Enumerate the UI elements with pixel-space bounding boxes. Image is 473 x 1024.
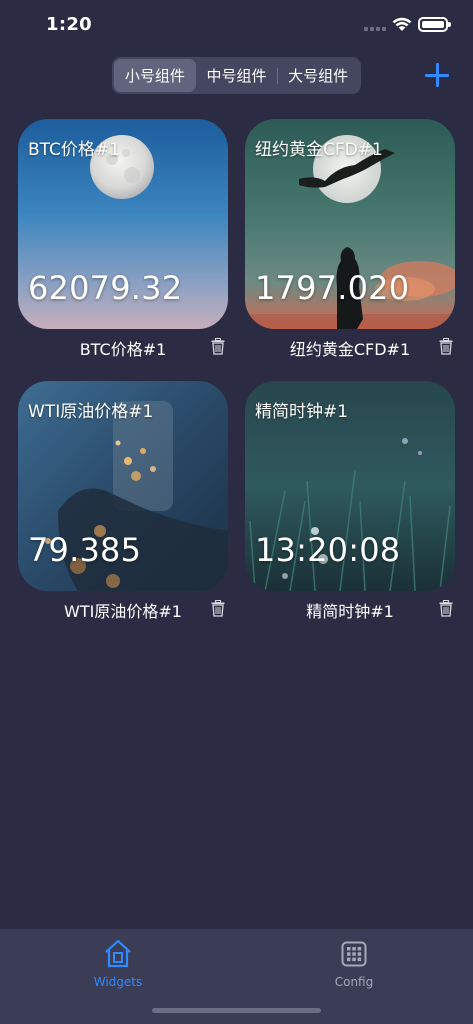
widget-card-btc[interactable]: BTC价格#1 62079.32 (18, 119, 228, 329)
status-time: 1:20 (46, 14, 92, 35)
widget-value: 62079.32 (28, 269, 183, 307)
widget-caption: BTC价格#1 (79, 340, 167, 359)
tab-label: Widgets (93, 975, 143, 989)
segment-small[interactable]: 小号组件 (114, 59, 196, 92)
battery-icon (418, 17, 451, 32)
widget-value: 79.385 (28, 531, 142, 569)
widget-card-gold[interactable]: 纽约黄金CFD#1 1797.020 (245, 119, 455, 329)
wifi-icon (392, 17, 412, 31)
widget-card-wti[interactable]: WTI原油价格#1 79.385 (18, 381, 228, 591)
segment-medium[interactable]: 中号组件 (196, 59, 278, 92)
app-screen: 1:20 小号组件 中号组件 大号组件 BTC价格#1 62079.32 BTC… (0, 0, 473, 1024)
grid-icon (341, 941, 367, 967)
widget-caption: 精简时钟#1 (306, 602, 394, 621)
widget-caption: WTI原油价格#1 (64, 602, 182, 621)
widget-value: 13:20:08 (255, 531, 401, 569)
tab-config[interactable]: Config (314, 935, 394, 991)
widget-title: 纽约黄金CFD#1 (255, 140, 383, 160)
house-icon (105, 939, 131, 968)
widget-card-clock[interactable]: 精简时钟#1 13:20:08 (245, 381, 455, 591)
status-bar: 1:20 (0, 0, 473, 52)
trash-icon[interactable] (439, 600, 453, 617)
widget-size-selector: 小号组件 中号组件 大号组件 (112, 57, 361, 94)
tab-label: Config (334, 975, 374, 989)
widget-value: 1797.020 (255, 269, 410, 307)
widget-caption: 纽约黄金CFD#1 (289, 340, 411, 359)
trash-icon[interactable] (439, 338, 453, 355)
tab-widgets[interactable]: Widgets (78, 935, 158, 991)
cellular-signal-icon (364, 27, 386, 31)
widget-title: WTI原油价格#1 (28, 402, 154, 422)
home-indicator (152, 1008, 321, 1013)
widget-title: BTC价格#1 (28, 140, 120, 160)
widget-title: 精简时钟#1 (255, 402, 349, 422)
trash-icon[interactable] (211, 338, 225, 355)
segment-large[interactable]: 大号组件 (277, 59, 359, 92)
trash-icon[interactable] (211, 600, 225, 617)
add-widget-button[interactable] (424, 62, 450, 88)
